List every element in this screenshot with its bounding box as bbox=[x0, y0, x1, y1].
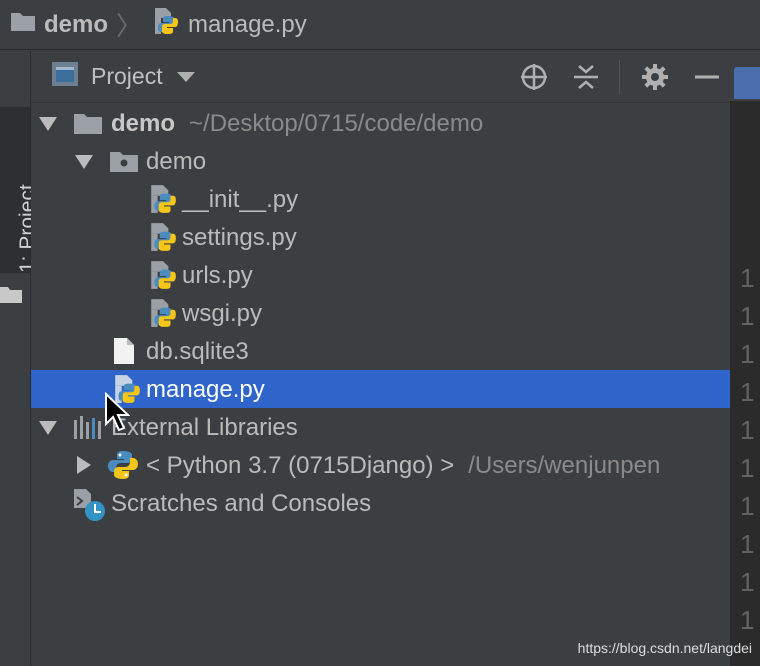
package-folder-icon bbox=[109, 149, 139, 180]
line-number: 1 bbox=[740, 263, 755, 293]
tree-label: urls.py bbox=[182, 262, 253, 289]
tree-row-external-libraries[interactable]: External Libraries bbox=[31, 408, 730, 446]
panel-actions bbox=[505, 51, 730, 103]
editor-area[interactable]: 1 1 1 1 1 1 1 1 1 1 bbox=[730, 51, 760, 666]
panel-header: Project bbox=[31, 51, 730, 103]
expand-arrow-icon[interactable] bbox=[77, 456, 91, 474]
mouse-cursor-icon bbox=[104, 391, 131, 437]
line-number: 1 bbox=[740, 605, 755, 635]
line-number: 1 bbox=[740, 567, 755, 597]
tree-row-file[interactable]: urls.py bbox=[31, 256, 730, 294]
tree-label: demo bbox=[146, 148, 207, 175]
line-number-gutter: 1 1 1 1 1 1 1 1 1 1 bbox=[740, 259, 754, 639]
tree-row-file[interactable]: db.sqlite3 bbox=[31, 332, 730, 370]
expand-arrow-icon[interactable] bbox=[39, 421, 57, 435]
breadcrumb: demo 〉 manage.py bbox=[0, 0, 760, 50]
project-tree: demo ~/Desktop/0715/code/demo demo __init… bbox=[31, 104, 730, 522]
hide-panel-button[interactable] bbox=[684, 54, 730, 100]
tree-row-package[interactable]: demo bbox=[31, 142, 730, 180]
tree-label: < Python 3.7 (0715Django) > /Users/wenjun… bbox=[146, 452, 660, 480]
folder-icon bbox=[10, 10, 36, 39]
settings-button[interactable] bbox=[632, 54, 678, 100]
folder-icon bbox=[73, 111, 103, 142]
tree-label: Scratches and Consoles bbox=[111, 490, 372, 517]
expand-arrow-icon[interactable] bbox=[75, 155, 93, 169]
tree-row-file[interactable]: settings.py bbox=[31, 218, 730, 256]
tree-label: db.sqlite3 bbox=[146, 338, 249, 365]
divider bbox=[619, 60, 620, 94]
sdk-path: /Users/wenjunpen bbox=[468, 452, 661, 479]
python-file-icon bbox=[148, 184, 178, 221]
tree-label: wsgi.py bbox=[182, 300, 263, 327]
collapse-all-button[interactable] bbox=[563, 54, 609, 100]
chevron-down-icon bbox=[176, 71, 195, 82]
breadcrumb-root-label: demo bbox=[44, 10, 109, 38]
python-file-icon bbox=[148, 260, 178, 297]
tree-label: settings.py bbox=[182, 224, 297, 251]
editor-tab-indicator bbox=[734, 67, 760, 99]
expand-arrow-icon[interactable] bbox=[39, 117, 57, 131]
panel-title-label: Project bbox=[91, 63, 163, 89]
project-view-icon bbox=[51, 61, 79, 93]
collapse-icon bbox=[574, 65, 598, 89]
breadcrumb-file-label: manage.py bbox=[188, 10, 307, 38]
editor-tab[interactable] bbox=[730, 51, 760, 102]
python-logo-icon bbox=[107, 449, 139, 488]
tree-row-file-selected[interactable]: manage.py bbox=[31, 370, 730, 408]
watermark: https://blog.csdn.net/langdei bbox=[577, 640, 752, 656]
tree-row-scratches[interactable]: Scratches and Consoles bbox=[31, 484, 730, 522]
python-file-icon bbox=[148, 298, 178, 335]
tree-row-file[interactable]: wsgi.py bbox=[31, 294, 730, 332]
line-number: 1 bbox=[740, 453, 755, 483]
project-name: demo bbox=[111, 110, 176, 137]
tree-label: External Libraries bbox=[111, 414, 298, 441]
tree-row-python-sdk[interactable]: < Python 3.7 (0715Django) > /Users/wenjun… bbox=[31, 446, 730, 484]
view-selector[interactable]: Project bbox=[51, 61, 195, 93]
tree-label: manage.py bbox=[146, 376, 265, 403]
line-number: 1 bbox=[740, 377, 755, 407]
tree-label: __init__.py bbox=[182, 186, 299, 213]
left-tool-strip: 1: Project bbox=[0, 51, 39, 666]
scratches-icon bbox=[73, 488, 107, 529]
python-file-icon bbox=[152, 7, 180, 42]
crosshair-icon bbox=[521, 64, 547, 90]
tree-row-root[interactable]: demo ~/Desktop/0715/code/demo bbox=[31, 104, 730, 142]
locate-button[interactable] bbox=[511, 54, 557, 100]
breadcrumb-file[interactable]: manage.py bbox=[152, 7, 307, 42]
tree-row-file[interactable]: __init__.py bbox=[31, 180, 730, 218]
text-file-icon bbox=[113, 337, 135, 372]
line-number: 1 bbox=[740, 529, 755, 559]
library-icon bbox=[73, 414, 103, 447]
tool-tab-project[interactable]: 1: Project bbox=[0, 107, 39, 303]
folder-icon bbox=[0, 285, 22, 308]
line-number: 1 bbox=[740, 339, 755, 369]
breadcrumb-separator-icon: 〉 bbox=[116, 11, 143, 41]
project-path: ~/Desktop/0715/code/demo bbox=[189, 110, 484, 137]
breadcrumb-root[interactable]: demo bbox=[10, 10, 108, 39]
minimize-icon bbox=[695, 75, 719, 79]
project-panel: Project demo ~/Desktop/0715/code/demo de… bbox=[31, 51, 730, 666]
gear-icon bbox=[642, 64, 668, 90]
line-number: 1 bbox=[740, 415, 755, 445]
line-number: 1 bbox=[740, 301, 755, 331]
tree-label: demo ~/Desktop/0715/code/demo bbox=[111, 110, 483, 138]
sdk-name: < Python 3.7 (0715Django) > bbox=[146, 452, 455, 479]
python-file-icon bbox=[148, 222, 178, 259]
line-number: 1 bbox=[740, 491, 755, 521]
